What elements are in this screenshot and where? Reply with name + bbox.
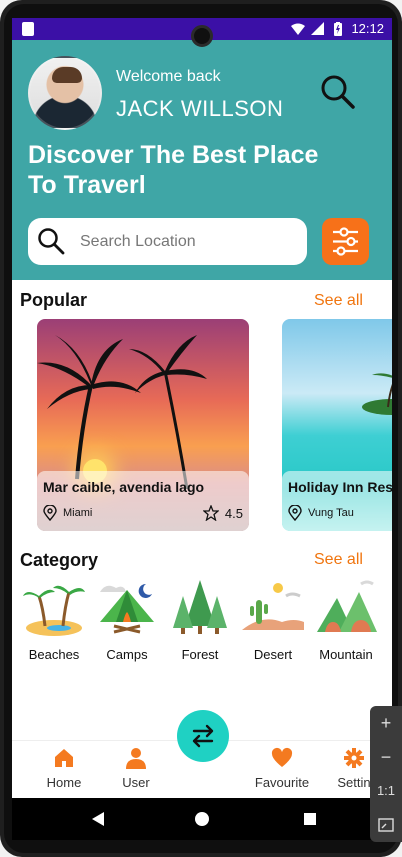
island-image xyxy=(362,373,392,415)
popular-see-all-link[interactable]: See all xyxy=(314,292,363,310)
sim-icon xyxy=(22,22,34,36)
category-camps[interactable]: Camps xyxy=(91,578,163,668)
status-time: 12:12 xyxy=(351,21,384,36)
system-nav-bar xyxy=(12,798,392,840)
popular-card[interactable]: Mar caible, avendia lago Miami 4.5 xyxy=(37,319,249,531)
avatar[interactable] xyxy=(28,56,102,130)
card-location-text: Miami xyxy=(63,507,93,519)
category-list: Beaches Camps Forest Desert Mountain xyxy=(18,578,392,668)
wifi-icon xyxy=(291,23,306,35)
nav-favourite[interactable]: Favourite xyxy=(247,747,317,790)
zoom-ratio-button[interactable]: 1:1 xyxy=(370,774,402,808)
heart-icon xyxy=(271,747,293,767)
page-title: Discover The Best Place To Traverl xyxy=(28,141,319,199)
category-see-all-link[interactable]: See all xyxy=(314,551,363,569)
zoom-out-button[interactable]: − xyxy=(370,740,402,774)
nav-user-label: User xyxy=(122,775,150,790)
category-forest[interactable]: Forest xyxy=(164,578,236,668)
category-label: Beaches xyxy=(28,647,80,662)
palm-trees-image xyxy=(37,335,207,489)
desert-icon xyxy=(242,583,304,630)
nav-settings-label: Settin xyxy=(337,775,371,790)
app-screen: 12:12 Welcome back JACK WILLSON Discover… xyxy=(12,18,392,840)
category-label: Camps xyxy=(106,647,148,662)
front-camera xyxy=(191,25,213,47)
fit-screen-icon xyxy=(378,818,394,832)
search-input[interactable] xyxy=(80,230,290,254)
gear-icon xyxy=(344,748,364,768)
battery-icon xyxy=(334,21,343,36)
card-title: Mar caible, avendia lago xyxy=(43,479,205,495)
location-pin-icon xyxy=(288,505,302,521)
welcome-text: Welcome back xyxy=(116,68,221,85)
back-icon[interactable] xyxy=(90,811,106,827)
tent-icon xyxy=(100,583,154,634)
filter-button[interactable] xyxy=(322,218,369,265)
search-icon[interactable] xyxy=(318,72,358,112)
category-label: Forest xyxy=(181,647,219,662)
recents-icon[interactable] xyxy=(302,811,318,827)
sliders-icon xyxy=(333,227,358,256)
nav-favourite-label: Favourite xyxy=(254,775,310,790)
nav-home[interactable]: Home xyxy=(29,747,99,790)
status-icons: 12:12 xyxy=(291,21,384,36)
forest-icon xyxy=(173,580,227,634)
swap-fab-button[interactable] xyxy=(177,710,229,762)
home-circle-icon[interactable] xyxy=(194,811,210,827)
search-icon xyxy=(38,228,65,255)
card-location-text: Vung Tau xyxy=(308,507,354,519)
category-desert[interactable]: Desert xyxy=(237,578,309,668)
swap-arrows-icon xyxy=(192,724,214,748)
zoom-fit-button[interactable] xyxy=(370,808,402,842)
card-location: Vung Tau xyxy=(288,505,354,521)
category-beaches[interactable]: Beaches xyxy=(18,578,90,668)
location-pin-icon xyxy=(43,505,57,521)
category-label: Desert xyxy=(253,647,293,662)
beach-icon xyxy=(23,585,85,636)
popular-card[interactable]: Holiday Inn Reso Vung Tau xyxy=(282,319,392,531)
card-info-panel: Holiday Inn Reso Vung Tau xyxy=(282,471,392,531)
emulator-zoom-panel: + − 1:1 xyxy=(370,706,402,842)
category-label: Mountain xyxy=(319,647,373,662)
user-icon xyxy=(126,748,146,769)
mountain-icon xyxy=(317,580,377,632)
search-box xyxy=(28,218,307,265)
card-info-panel: Mar caible, avendia lago Miami 4.5 xyxy=(37,471,249,531)
category-title: Category xyxy=(20,550,99,570)
home-header: Welcome back JACK WILLSON Discover The B… xyxy=(12,40,392,280)
star-icon xyxy=(202,505,219,521)
username: JACK WILLSON xyxy=(116,96,284,121)
card-rating-value: 4.5 xyxy=(224,505,243,521)
card-location: Miami xyxy=(43,505,92,521)
nav-user[interactable]: User xyxy=(101,747,171,790)
nav-home-label: Home xyxy=(46,775,82,790)
signal-icon xyxy=(311,21,325,35)
zoom-in-button[interactable]: + xyxy=(370,706,402,740)
home-icon xyxy=(55,749,73,767)
popular-title: Popular xyxy=(20,290,88,310)
card-title: Holiday Inn Reso xyxy=(288,479,392,495)
category-mountain[interactable]: Mountain xyxy=(310,578,382,668)
card-rating: 4.5 xyxy=(202,505,243,521)
